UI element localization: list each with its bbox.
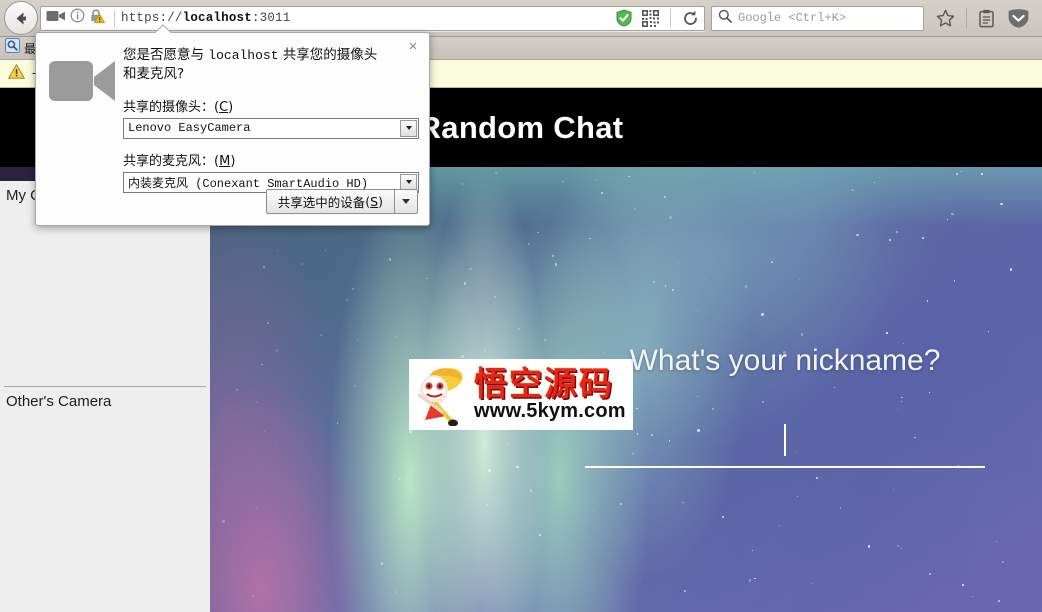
qr-code-icon[interactable] <box>637 7 664 30</box>
url-text: https://localhost:3011 <box>121 11 291 25</box>
toolbar-right-icons <box>930 8 1042 29</box>
back-button[interactable] <box>4 1 38 35</box>
green-shield-check-icon[interactable] <box>611 7 637 30</box>
nickname-form: What's your nickname? <box>585 344 985 468</box>
microphone-select-label: 共享的麦克风：(M) <box>123 153 236 169</box>
url-divider <box>114 9 115 27</box>
dialog-question: 您是否愿意与 localhost 共享您的摄像头和麦克风? <box>123 47 378 83</box>
camera-select-label: 共享的摄像头：(C) <box>123 99 234 115</box>
shield-chevron-icon[interactable] <box>1001 8 1036 29</box>
my-camera-video[interactable] <box>0 204 210 386</box>
nickname-input[interactable] <box>585 422 985 468</box>
url-divider-2 <box>670 8 671 28</box>
camera-select[interactable]: Lenovo EasyCamera <box>123 117 419 139</box>
others-camera-video[interactable] <box>0 410 210 592</box>
magnifier-bookmark-icon <box>5 38 20 58</box>
search-icon <box>718 9 732 28</box>
search-input[interactable]: Google <Ctrl+K> <box>738 11 846 25</box>
share-selected-devices-button[interactable]: 共享选中的设备(S) <box>265 189 394 214</box>
url-bar[interactable]: https://localhost:3011 <box>40 5 705 31</box>
camera-sidebar: My Camera Other's Camera <box>0 181 210 612</box>
search-bar[interactable]: Google <Ctrl+K> <box>711 5 924 31</box>
camera-select-value: Lenovo EasyCamera <box>128 121 251 136</box>
identity-box[interactable] <box>41 7 112 30</box>
camera-permission-dialog: × 您是否愿意与 localhost 共享您的摄像头和麦克风? 共享的摄像头：(… <box>35 32 430 226</box>
dialog-pointer <box>154 24 172 33</box>
chevron-down-icon[interactable] <box>400 119 417 137</box>
share-dropdown-button[interactable] <box>394 189 418 214</box>
camera-icon[interactable] <box>46 9 66 28</box>
toolbar-divider <box>966 8 967 28</box>
nickname-question: What's your nickname? <box>629 344 941 377</box>
lock-warning-icon[interactable] <box>89 8 106 29</box>
reload-icon[interactable] <box>677 7 704 30</box>
dialog-actions: 共享选中的设备(S) <box>265 189 418 214</box>
camera-icon <box>49 57 117 105</box>
browser-window: https://localhost:3011 Google <Ctrl+K> 最… <box>0 0 1042 612</box>
monkey-mascot-icon <box>412 364 474 426</box>
clipboard-icon[interactable] <box>972 9 1001 28</box>
warning-triangle-icon <box>7 63 26 84</box>
info-icon[interactable] <box>70 8 85 28</box>
others-camera-label: Other's Camera <box>6 393 112 410</box>
text-caret <box>784 424 786 456</box>
back-arrow-icon <box>12 9 31 28</box>
dialog-body: 您是否愿意与 localhost 共享您的摄像头和麦克风? 共享的摄像头：(C)… <box>123 46 419 193</box>
chevron-down-icon <box>402 199 410 204</box>
star-icon[interactable] <box>930 9 961 28</box>
